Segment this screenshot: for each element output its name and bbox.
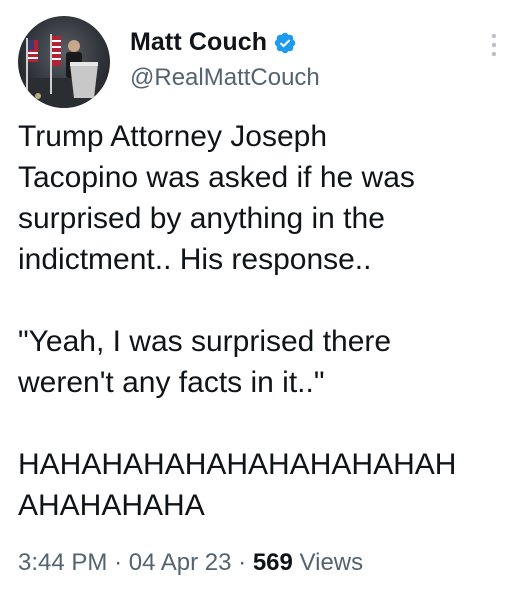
- tweet-date[interactable]: 04 Apr 23: [129, 549, 232, 576]
- meta-separator: ·: [238, 549, 247, 576]
- tweet-paragraph: HAHAHAHAHAHAHAHAHAHAH AHAHAHAHA: [18, 448, 457, 522]
- tweet-paragraph: "Yeah, I was surprised there weren't any…: [18, 325, 392, 399]
- author-name-row: Matt Couch: [130, 28, 297, 57]
- tweet-time[interactable]: 3:44 PM: [18, 549, 107, 576]
- verified-badge-icon: [273, 31, 297, 55]
- profile-photo-icon: [18, 16, 110, 108]
- tweet-meta: 3:44 PM · 04 Apr 23 · 569 Views: [18, 549, 363, 577]
- tweet-paragraph: Trump Attorney Joseph Tacopino was asked…: [18, 120, 415, 276]
- meta-separator: ·: [114, 549, 123, 576]
- more-options-icon[interactable]: [482, 30, 506, 60]
- author-avatar[interactable]: [18, 16, 110, 108]
- author-handle[interactable]: @RealMattCouch: [130, 64, 320, 92]
- author-display-name[interactable]: Matt Couch: [130, 28, 267, 57]
- views-count: 569: [252, 549, 293, 576]
- tweet-text: Trump Attorney Joseph Tacopino was asked…: [18, 116, 518, 526]
- views-label: Views: [299, 549, 364, 576]
- tweet-card: Matt Couch @RealMattCouch Trump Attorney…: [0, 0, 526, 600]
